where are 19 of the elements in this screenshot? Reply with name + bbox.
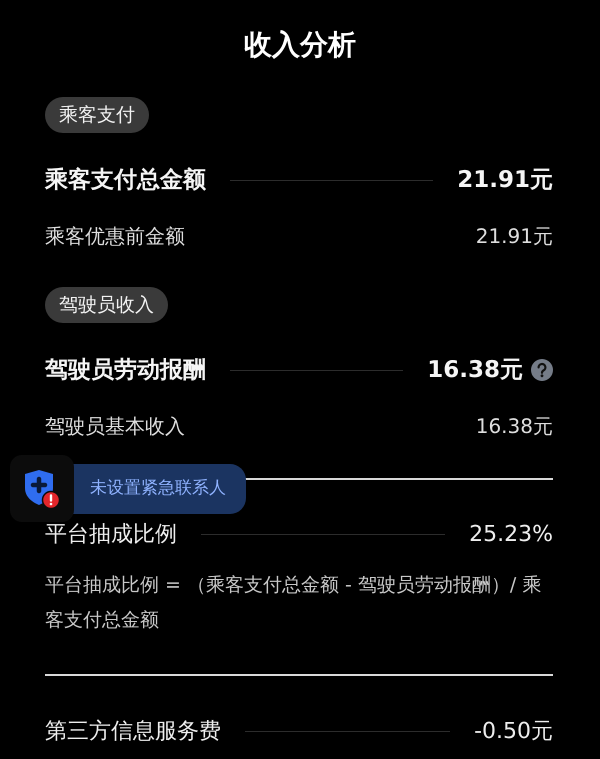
- row-value: 21.91元: [476, 223, 553, 250]
- row-label: 驾驶员劳动报酬: [45, 356, 206, 385]
- row-label: 驾驶员基本收入: [45, 413, 185, 440]
- row-label: 乘客支付总金额: [45, 166, 206, 195]
- row-value: -0.50元: [474, 718, 553, 746]
- page-title: 收入分析: [244, 27, 356, 63]
- help-icon[interactable]: [531, 359, 553, 381]
- row-value: 25.23%: [469, 520, 553, 548]
- section-tag: 乘客支付: [45, 97, 149, 133]
- row-value: 21.91元: [457, 166, 553, 195]
- formula-note: 平台抽成比例 = （乘客支付总金额 - 驾驶员劳动报酬）/ 乘客支付总金额: [45, 573, 542, 633]
- safety-badge[interactable]: [10, 455, 74, 522]
- shield-alert-icon: [22, 468, 62, 510]
- row-value: 16.38元: [476, 413, 553, 440]
- row-label: 乘客优惠前金额: [45, 223, 185, 250]
- section-tag: 驾驶员收入: [45, 287, 168, 323]
- row-label: 平台抽成比例: [45, 520, 177, 548]
- row-value: 16.38元: [427, 356, 523, 385]
- row-label: 第三方信息服务费: [45, 718, 221, 746]
